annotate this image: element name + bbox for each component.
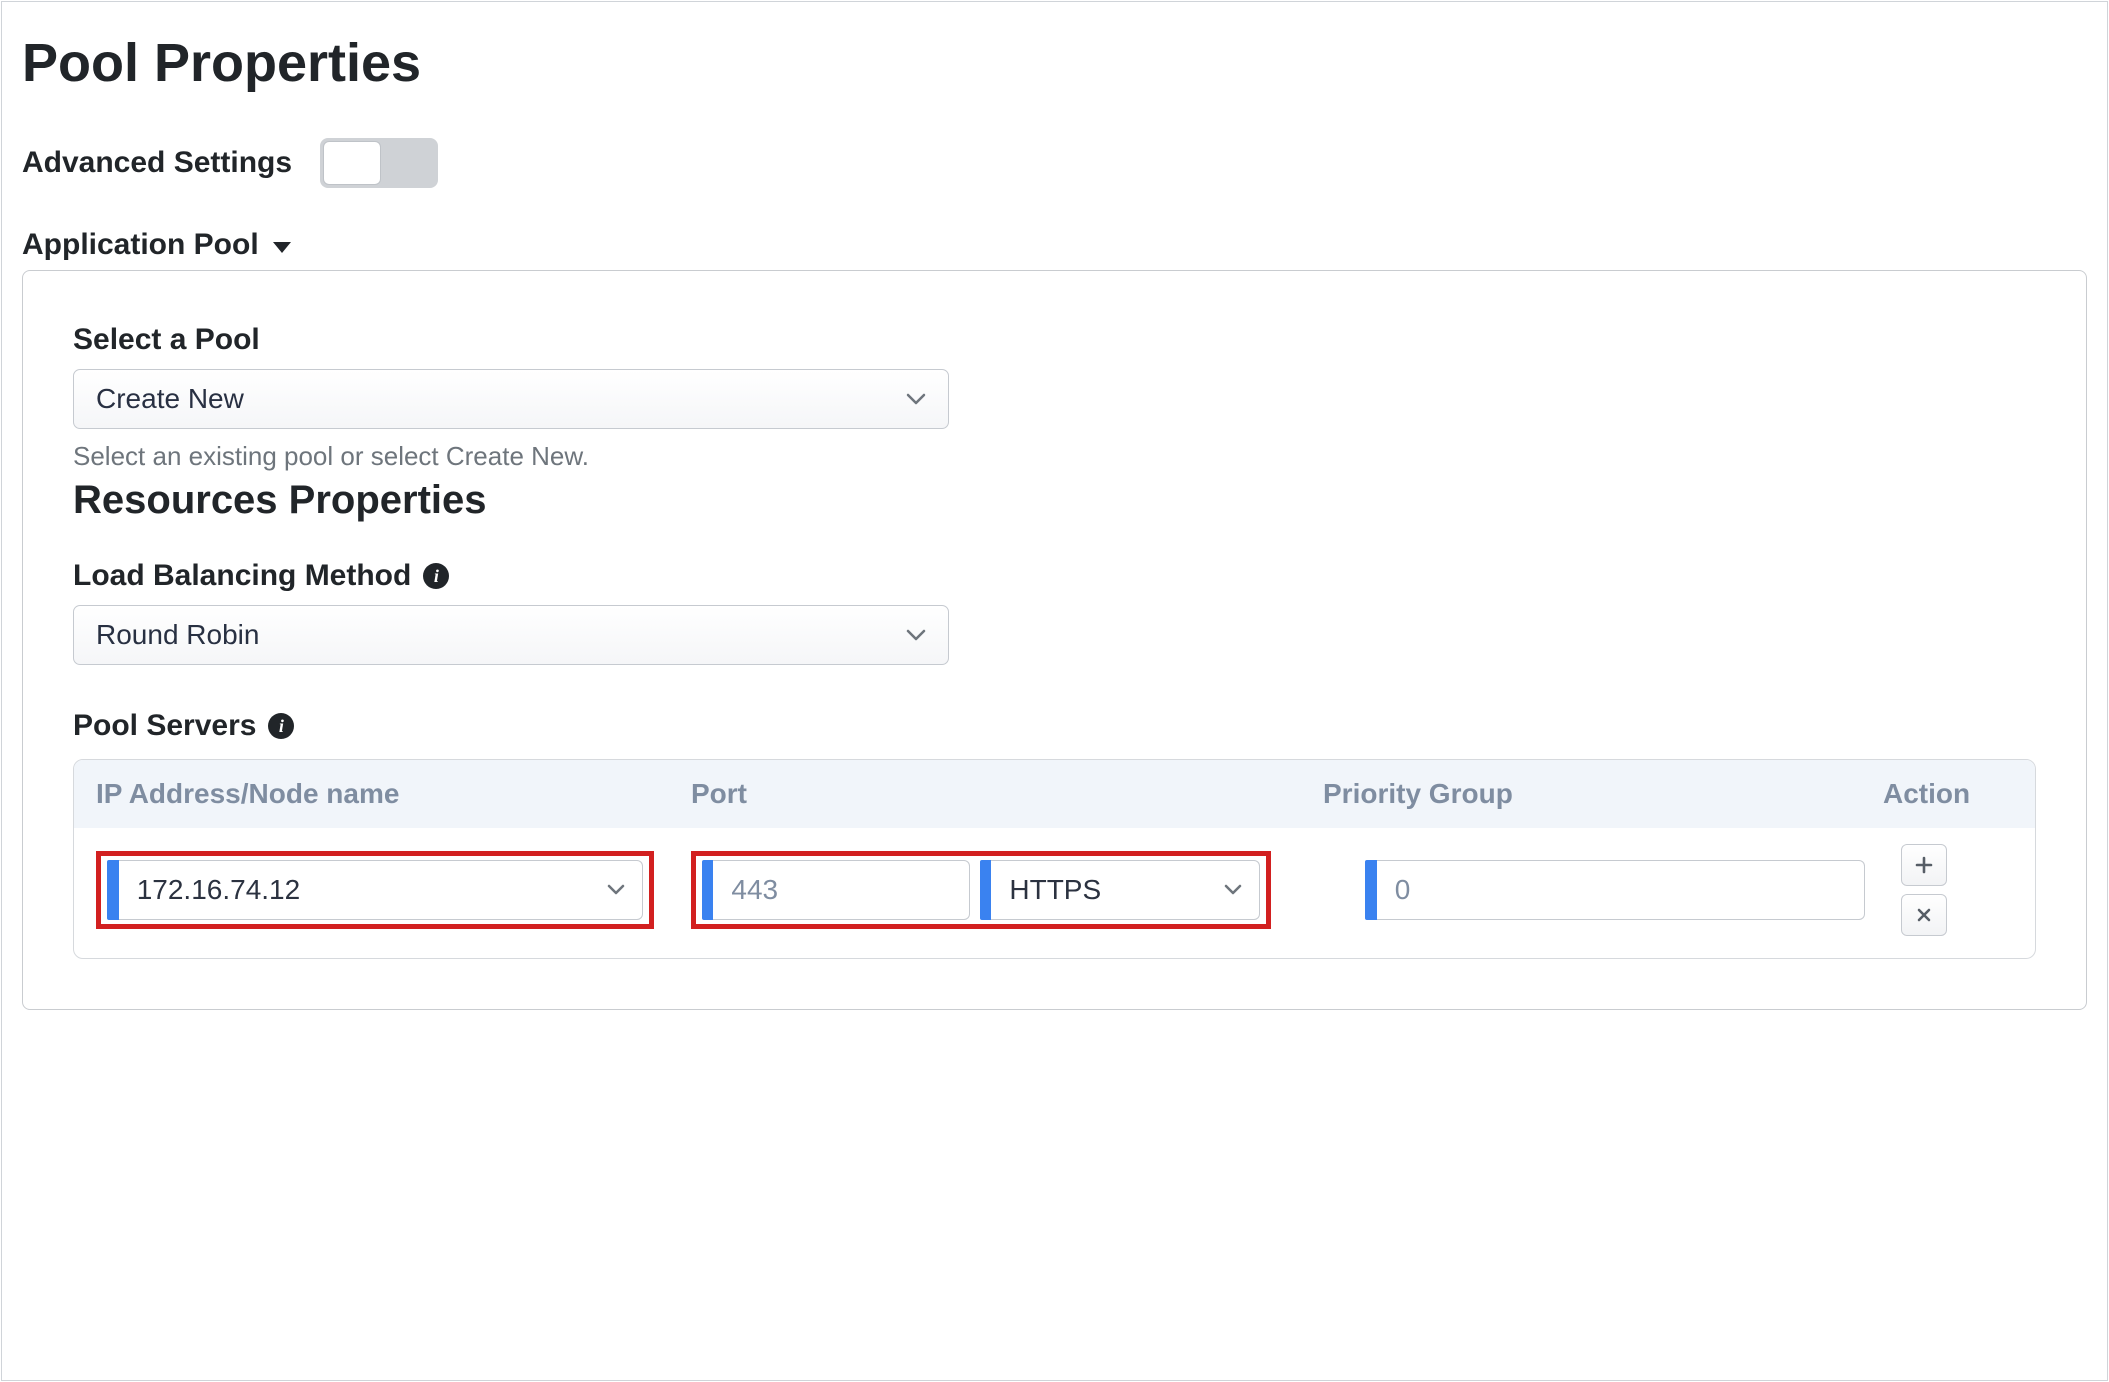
advanced-settings-label: Advanced Settings (22, 146, 292, 180)
select-pool-dropdown[interactable]: Create New (73, 369, 949, 429)
select-pool-value: Create New (96, 383, 244, 415)
th-ip: IP Address/Node name (96, 778, 691, 810)
lb-method-value: Round Robin (96, 619, 259, 651)
ip-highlight-box (96, 851, 654, 929)
toggle-knob (323, 141, 381, 185)
pool-servers-label: Pool Servers i (73, 709, 2036, 743)
protocol-select[interactable] (991, 860, 1260, 920)
priority-input[interactable] (1377, 860, 1865, 920)
action-buttons (1901, 844, 1947, 936)
table-header-row: IP Address/Node name Port Priority Group… (74, 760, 2035, 828)
add-row-button[interactable] (1901, 844, 1947, 886)
th-action: Action (1883, 778, 2013, 810)
chevron-down-icon (906, 392, 926, 406)
application-pool-header[interactable]: Application Pool (22, 228, 2087, 262)
pool-servers-table: IP Address/Node name Port Priority Group… (73, 759, 2036, 959)
select-pool-label: Select a Pool (73, 323, 2036, 357)
select-pool-help: Select an existing pool or select Create… (73, 441, 2036, 472)
pool-properties-page: Pool Properties Advanced Settings Applic… (1, 1, 2108, 1381)
remove-row-button[interactable] (1901, 894, 1947, 936)
application-pool-title: Application Pool (22, 228, 259, 262)
info-icon[interactable]: i (268, 713, 294, 739)
port-input-group (702, 860, 970, 920)
cell-port (691, 851, 1323, 929)
port-highlight-box (691, 851, 1271, 929)
th-priority: Priority Group (1323, 778, 1883, 810)
table-row (74, 828, 2035, 958)
chevron-down-icon (906, 628, 926, 642)
info-icon[interactable]: i (423, 563, 449, 589)
ip-input-group (107, 860, 643, 920)
advanced-settings-row: Advanced Settings (22, 138, 2087, 188)
advanced-settings-toggle[interactable] (320, 138, 438, 188)
cell-priority (1323, 860, 1883, 920)
page-title: Pool Properties (22, 32, 2087, 94)
ip-address-input[interactable] (119, 860, 643, 920)
input-accent-bar (107, 860, 119, 920)
pool-servers-label-text: Pool Servers (73, 709, 256, 743)
caret-down-icon (273, 242, 291, 253)
input-accent-bar (702, 860, 713, 920)
th-port: Port (691, 778, 1323, 810)
priority-input-group (1365, 860, 1865, 920)
lb-method-dropdown[interactable]: Round Robin (73, 605, 949, 665)
resources-properties-title: Resources Properties (73, 478, 2036, 523)
protocol-input-group (980, 860, 1260, 920)
cell-action (1883, 844, 2013, 936)
input-accent-bar (1365, 860, 1377, 920)
application-pool-panel: Select a Pool Create New Select an exist… (22, 270, 2087, 1010)
cell-ip (96, 851, 691, 929)
lb-method-label: Load Balancing Method i (73, 559, 2036, 593)
lb-method-label-text: Load Balancing Method (73, 559, 411, 593)
port-input[interactable] (713, 860, 970, 920)
input-accent-bar (980, 860, 991, 920)
